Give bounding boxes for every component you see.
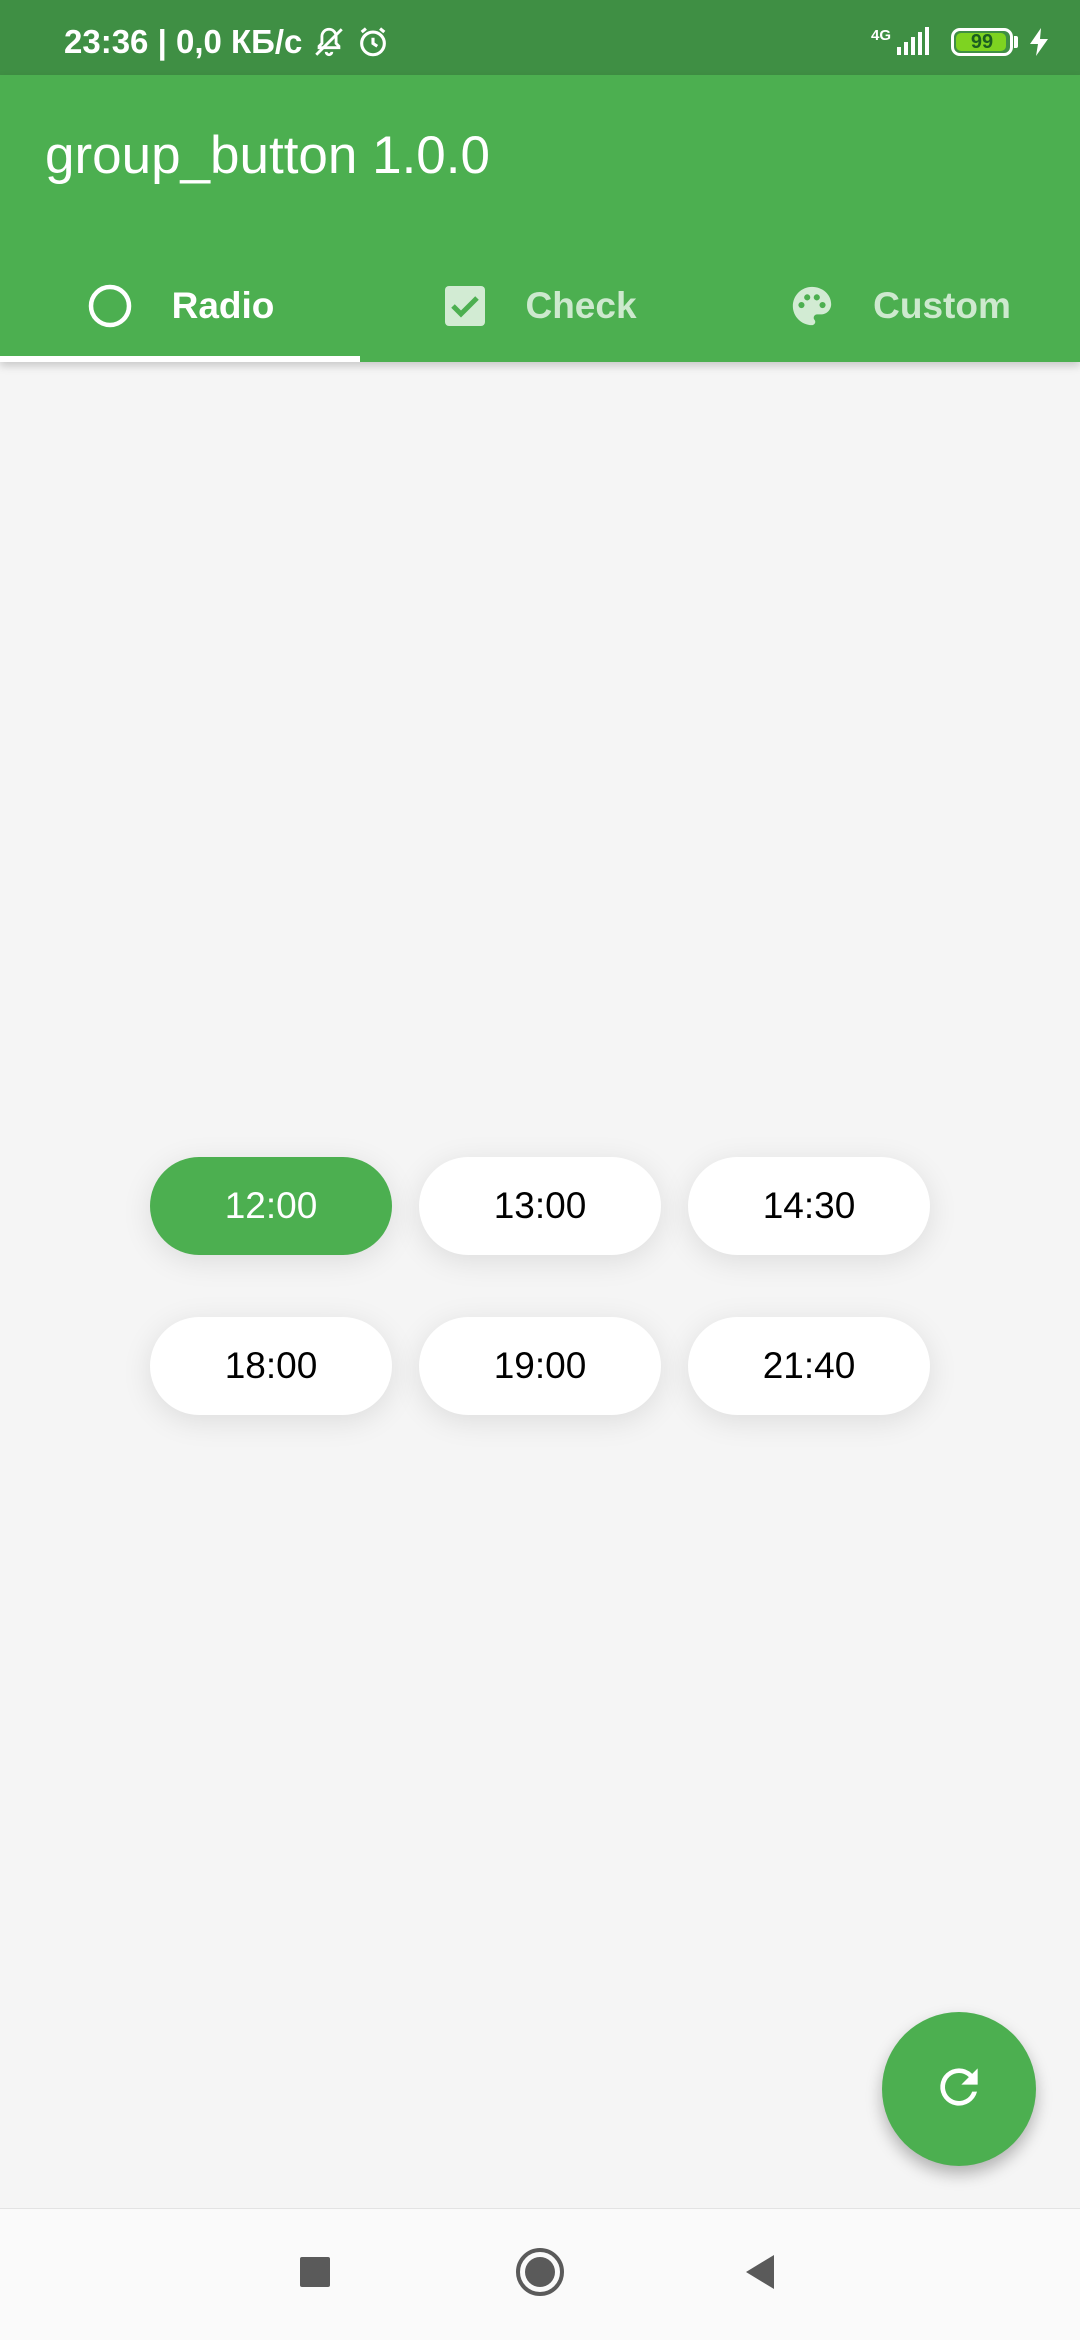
tab-label-check: Check — [525, 285, 637, 326]
back-button[interactable] — [725, 2239, 795, 2309]
group-button-1200[interactable]: 12:00 — [150, 1157, 392, 1255]
alarm-icon — [356, 25, 390, 59]
recents-button[interactable] — [280, 2239, 350, 2309]
network-type: 4G — [870, 27, 891, 44]
group-button-1300[interactable]: 13:00 — [419, 1157, 661, 1255]
group-button-1800[interactable]: 18:00 — [150, 1317, 392, 1415]
status-left: 23:36 | 0,0 КБ/с — [64, 22, 390, 62]
tab-custom[interactable]: Custom — [720, 250, 1080, 362]
home-icon — [514, 2246, 566, 2303]
group-button-1900[interactable]: 19:00 — [419, 1317, 661, 1415]
checkbox-checked-icon — [443, 284, 487, 328]
battery-level: 99 — [970, 30, 994, 53]
radio-button-unchecked-icon — [86, 282, 134, 330]
navigation-bar — [0, 2208, 1080, 2340]
status-right: 4G 99 — [871, 22, 1050, 62]
refresh-icon — [931, 2059, 987, 2120]
app-title: group_button 1.0.0 — [45, 126, 490, 185]
status-time-speed: 23:36 | 0,0 КБ/с — [64, 23, 303, 60]
back-icon — [740, 2252, 780, 2297]
tab-indicator — [0, 356, 360, 362]
tab-label-radio: Radio — [171, 285, 275, 326]
app-screen: 23:36 | 0,0 КБ/с 4G 99 group_button 1.0.… — [0, 0, 1080, 2340]
battery-icon: 99 — [951, 28, 1013, 56]
refresh-button[interactable] — [882, 2012, 1036, 2166]
recents-icon — [298, 2255, 332, 2294]
group-button-2140[interactable]: 21:40 — [688, 1317, 930, 1415]
tab-check[interactable]: Check — [360, 250, 720, 362]
tab-label-custom: Custom — [873, 285, 1011, 326]
group-button-1430[interactable]: 14:30 — [688, 1157, 930, 1255]
tab-bar: Radio Check Custom — [0, 250, 1080, 362]
signal-icon — [893, 25, 931, 60]
app-bar: group_button 1.0.0 Radio Check Custom — [0, 75, 1080, 362]
palette-icon — [789, 283, 835, 329]
charging-icon — [1028, 27, 1050, 57]
home-button[interactable] — [505, 2239, 575, 2309]
mute-icon — [312, 25, 346, 59]
battery-cap — [1014, 36, 1018, 48]
tab-radio[interactable]: Radio — [0, 250, 360, 362]
status-bar: 23:36 | 0,0 КБ/с 4G 99 — [0, 0, 1080, 75]
